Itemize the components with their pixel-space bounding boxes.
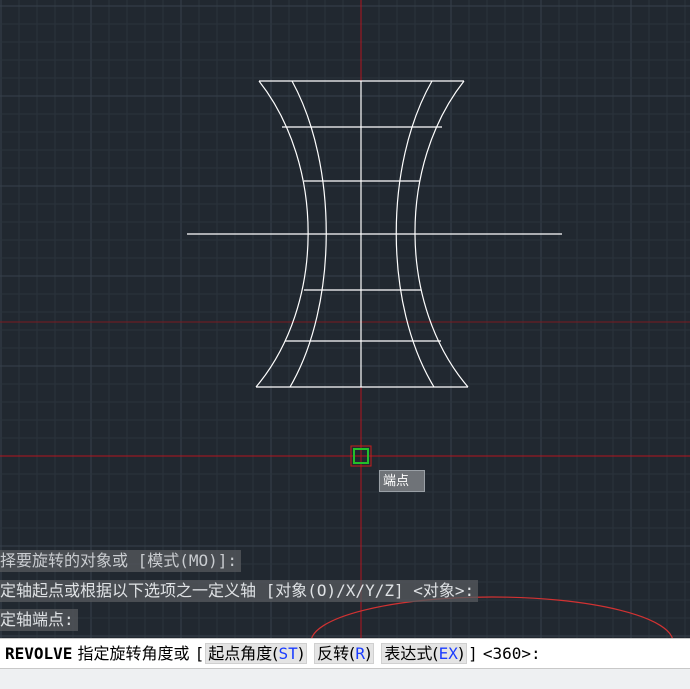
revolved-surface-wireframe <box>187 80 562 388</box>
command-history-line-2: 定轴起点或根据以下选项之一定义轴 [对象(O)/X/Y/Z] <对象>: <box>0 580 479 602</box>
options-bracket-open: [ <box>194 644 205 663</box>
option-reverse[interactable]: 反转(R) <box>314 643 375 664</box>
command-history-line-3: 定轴端点: <box>0 609 78 631</box>
command-history-line-1: 择要旋转的对象或 [模式(MO)]: <box>0 550 242 572</box>
command-line[interactable]: REVOLVE 指定旋转角度或 [起点角度(ST) 反转(R) 表达式(EX)]… <box>0 638 690 669</box>
osnap-tooltip: 端点 <box>379 470 425 492</box>
default-value: <360>: <box>482 644 541 663</box>
status-bar <box>0 669 690 689</box>
command-name: REVOLVE <box>5 644 73 663</box>
grid <box>0 0 690 640</box>
options-bracket-close: ] <box>468 644 478 663</box>
option-expression[interactable]: 表达式(EX) <box>381 643 468 664</box>
option-start-angle[interactable]: 起点角度(ST) <box>205 643 308 664</box>
command-prompt: 指定旋转角度或 <box>77 644 190 663</box>
